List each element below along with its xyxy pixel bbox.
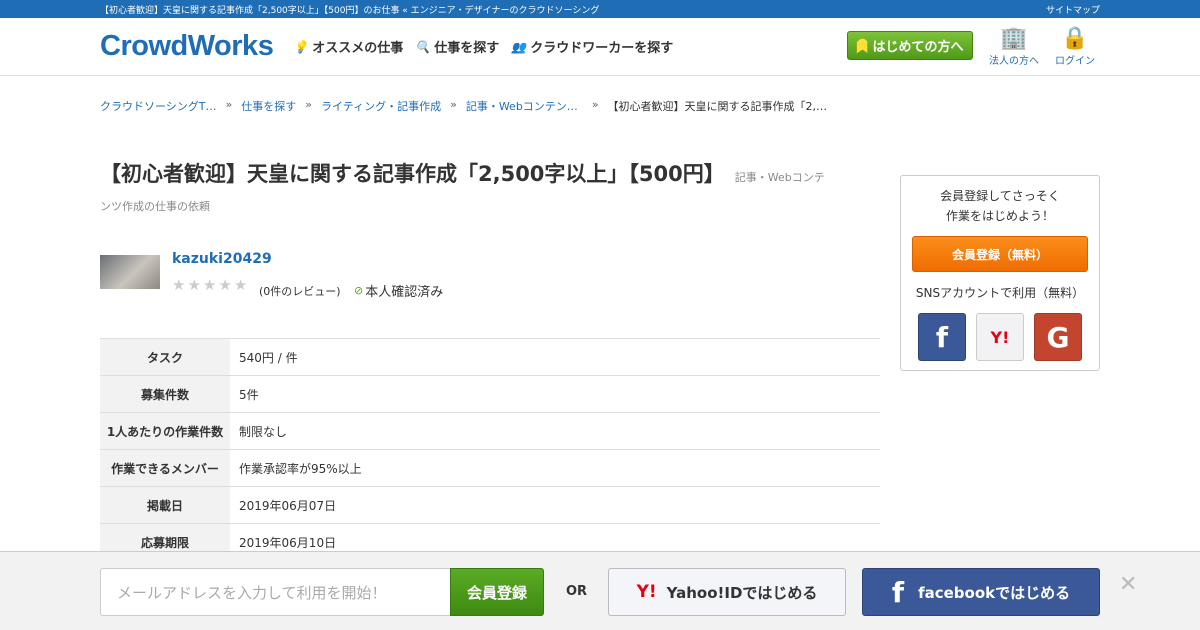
nav-find-workers[interactable]: 👥 クラウドワーカーを探す: [511, 37, 673, 57]
facebook-icon: f: [891, 575, 905, 609]
job-title: 【初心者歓迎】天皇に関する記事作成「2,500字以上」【500円】 記事・Webコ…: [100, 162, 825, 186]
building-icon: 🏢: [1000, 26, 1028, 51]
rating-stars: ★ ★ ★ ★ ★: [172, 276, 247, 294]
breadcrumb-current: 【初心者歓迎】天皇に関する記事作成「2,…: [607, 100, 828, 113]
star-icon: ★: [187, 276, 201, 294]
nav-recommended[interactable]: 💡 オススメの仕事: [293, 37, 403, 57]
job-category[interactable]: 記事・Webコンテ: [735, 171, 825, 184]
footer-register-button[interactable]: 会員登録: [450, 568, 544, 616]
table-row: タスク 540円 / 件: [100, 338, 880, 376]
page-title-bar: 【初心者歓迎】天皇に関する記事作成「2,500字以上」【500円】のお仕事 « …: [100, 5, 600, 16]
breadcrumb-item[interactable]: クラウドソーシングT…: [100, 98, 217, 114]
lock-icon: 🔒: [1061, 26, 1089, 51]
signup-message: 会員登録してさっそく 作業をはじめよう！: [940, 189, 1060, 223]
breadcrumb-item[interactable]: 記事・Webコンテン…: [466, 98, 578, 114]
sns-label: SNSアカウントで利用（無料）: [915, 286, 1085, 300]
client-name[interactable]: kazuki20429: [172, 251, 272, 267]
google-icon[interactable]: G: [1034, 313, 1082, 361]
search-icon: 🔍: [415, 39, 431, 54]
users-icon: 👥: [511, 39, 527, 54]
corporate-link[interactable]: 🏢 法人の方へ: [989, 26, 1039, 67]
table-row: 募集件数 5件: [100, 375, 880, 413]
login-link[interactable]: 🔒 ログイン: [1055, 26, 1095, 67]
site-header: CrowdWorks 💡 オススメの仕事 🔍 仕事を探す 👥 クラウドワーカーを探す …: [0, 18, 1200, 76]
email-input[interactable]: メールアドレスを入力して利用を開始！: [100, 568, 451, 616]
breadcrumb: クラウドソーシングT…» 仕事を探す» ライティング・記事作成» 記事・Webコ…: [100, 98, 828, 114]
breadcrumb-item[interactable]: ライティング・記事作成: [321, 98, 441, 114]
signup-sidebar: 会員登録してさっそく 作業をはじめよう！ 会員登録（無料） SNSアカウントで利用…: [900, 175, 1100, 371]
job-category-cont: ンツ作成の仕事の依頼: [100, 200, 210, 213]
table-row: 作業できるメンバー 作業承認率が95%以上: [100, 449, 880, 487]
or-label: OR: [566, 584, 588, 599]
star-icon: ★: [202, 276, 217, 294]
facebook-signup-button[interactable]: f facebookではじめる: [862, 568, 1100, 616]
beginner-leaf-icon: [856, 37, 869, 54]
table-row: 1人あたりの作業件数 制限なし: [100, 412, 880, 450]
register-button[interactable]: 会員登録（無料）: [912, 236, 1088, 272]
top-bar: 【初心者歓迎】天皇に関する記事作成「2,500字以上」【500円】のお仕事 « …: [0, 0, 1200, 18]
facebook-icon[interactable]: f: [918, 313, 966, 361]
star-icon: ★: [218, 276, 232, 294]
bulb-icon: 💡: [293, 39, 309, 54]
job-details-table: タスク 540円 / 件 募集件数 5件 1人あたりの作業件数 制限なし 作業できるメ…: [100, 338, 880, 561]
breadcrumb-item[interactable]: 仕事を探す: [241, 98, 296, 114]
star-icon: ★: [233, 276, 248, 294]
main-nav: 💡 オススメの仕事 🔍 仕事を探す 👥 クラウドワーカーを探す: [293, 37, 673, 57]
yahoo-icon: Y!: [636, 582, 657, 602]
check-icon: ⊘: [354, 284, 364, 297]
verified-badge: ⊘ 本人確認済み: [354, 284, 444, 300]
star-icon: ★: [172, 276, 186, 294]
client-avatar[interactable]: [100, 255, 160, 289]
yahoo-icon[interactable]: Y!: [976, 313, 1024, 361]
crowdworks-logo[interactable]: CrowdWorks: [100, 30, 274, 63]
bottom-signup-bar: メールアドレスを入力して利用を開始！ 会員登録 OR Y! Yahoo!IDではじ…: [0, 551, 1200, 630]
review-count[interactable]: (0件のレビュー): [259, 283, 341, 299]
table-row: 掲載日 2019年06月07日: [100, 486, 880, 524]
nav-find-jobs[interactable]: 🔍 仕事を探す: [415, 37, 499, 57]
close-icon[interactable]: ✕: [1119, 572, 1137, 597]
yahoo-signup-button[interactable]: Y! Yahoo!IDではじめる: [608, 568, 846, 616]
beginner-button[interactable]: はじめての方へ: [847, 31, 973, 60]
sitemap-link[interactable]: サイトマップ: [1046, 3, 1100, 16]
